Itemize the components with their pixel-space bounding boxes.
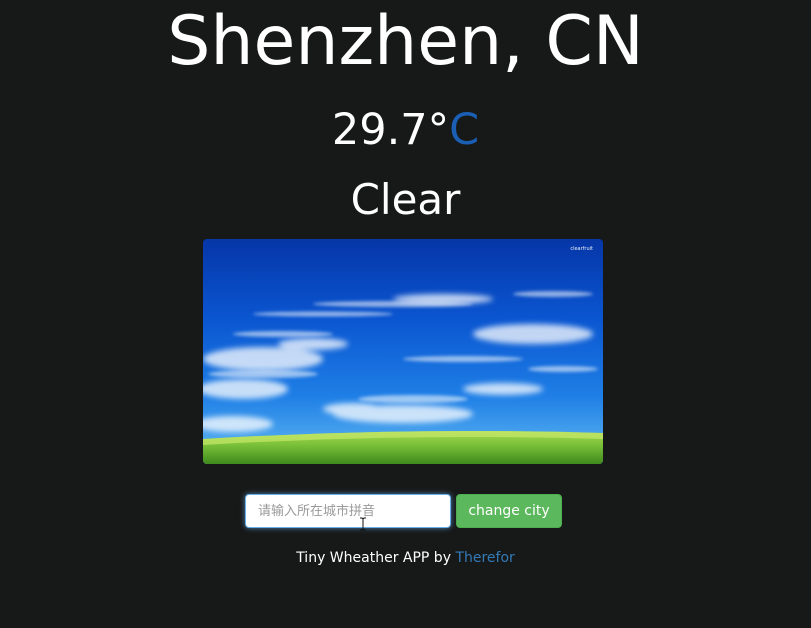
temperature-display: 29.7°C — [0, 104, 811, 156]
author-link[interactable]: Therefor — [455, 550, 514, 566]
city-name: Shenzhen, CN — [167, 2, 644, 81]
clear-sky-image — [203, 239, 603, 464]
temperature-value: 29.7° — [331, 105, 450, 155]
text-cursor-icon — [360, 517, 366, 531]
weather-app: Shenzhen, CN 29.7°C Clear clearfruit 请输入… — [0, 0, 811, 628]
change-city-button[interactable]: change city — [456, 494, 562, 528]
weather-condition: Clear — [350, 175, 461, 224]
image-watermark: clearfruit — [570, 246, 593, 252]
footer-text: Tiny Wheather APP by — [296, 550, 456, 566]
weather-image: clearfruit — [203, 239, 603, 464]
footer: Tiny Wheather APP by Therefor — [0, 548, 811, 568]
city-input[interactable] — [245, 494, 451, 528]
temperature-unit: C — [449, 105, 480, 155]
